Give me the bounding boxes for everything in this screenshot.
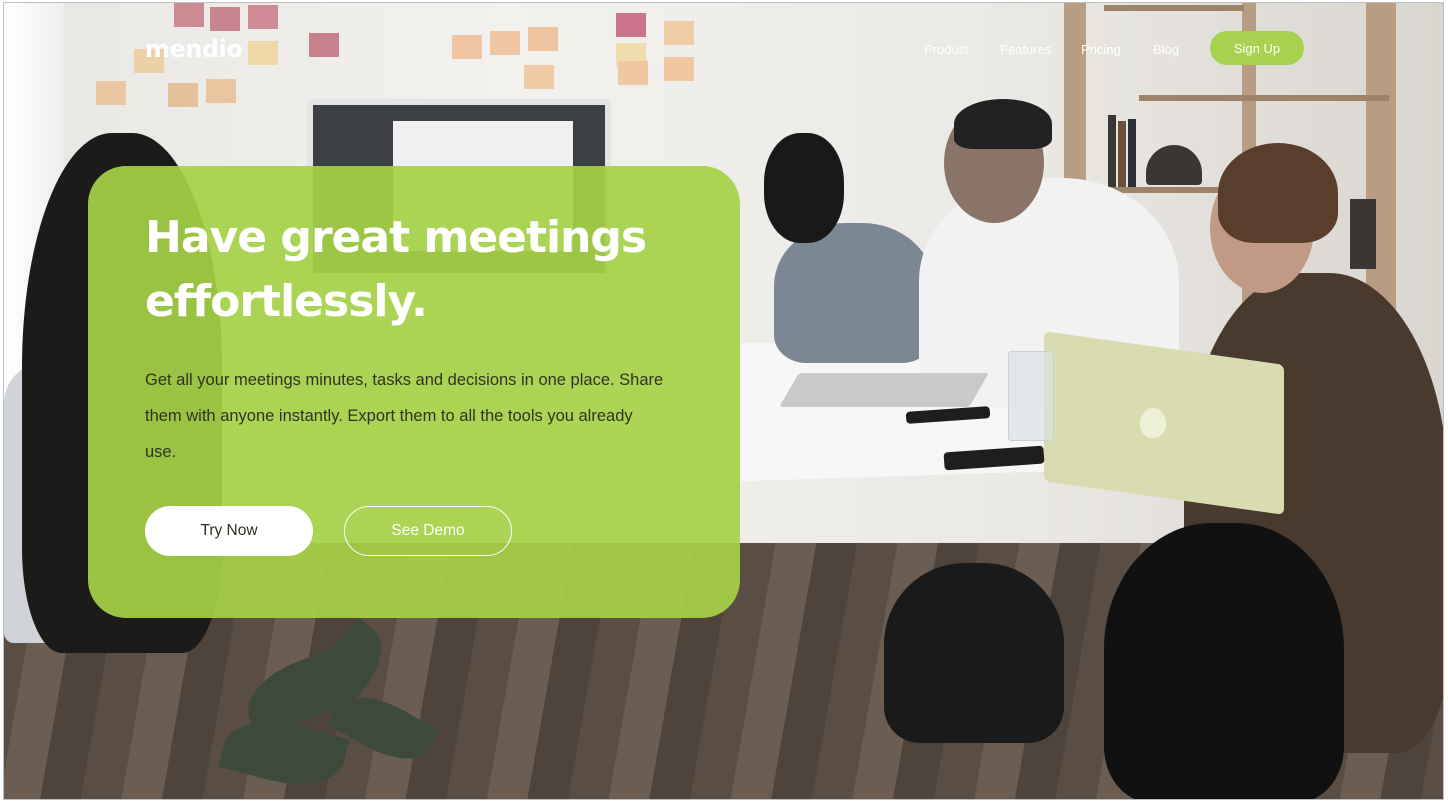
person-legs [884,563,1064,743]
hero-card: Have great meetings effortlessly. Get al… [88,166,740,618]
person-denim [774,223,934,363]
nav-link-product[interactable]: Product [924,42,969,57]
apple-logo-icon [1140,408,1166,438]
nav-link-pricing[interactable]: Pricing [1081,42,1121,57]
book [1108,115,1116,187]
brand-logo[interactable]: mendio [145,35,243,63]
book [1350,199,1376,269]
water-glass [1008,351,1054,441]
laptop-closed [779,373,989,407]
sign-up-button[interactable]: Sign Up [1210,31,1304,65]
book [1128,119,1136,187]
person-legs [1104,523,1344,799]
person-head [764,133,844,243]
top-navigation: mendio Product Features Pricing Blog Sig… [4,3,1443,95]
try-now-button[interactable]: Try Now [145,506,313,556]
person-hair [1218,143,1338,243]
book [1118,121,1126,187]
hero-title: Have great meetings effortlessly. [145,212,647,327]
nav-link-blog[interactable]: Blog [1153,42,1179,57]
page-frame: mendio Product Features Pricing Blog Sig… [3,2,1444,800]
shelf-board [1139,95,1389,101]
nav-link-features[interactable]: Features [1000,42,1051,57]
see-demo-button[interactable]: See Demo [344,506,512,556]
person-hair [954,99,1052,149]
hero-description: Get all your meetings minutes, tasks and… [145,371,664,461]
